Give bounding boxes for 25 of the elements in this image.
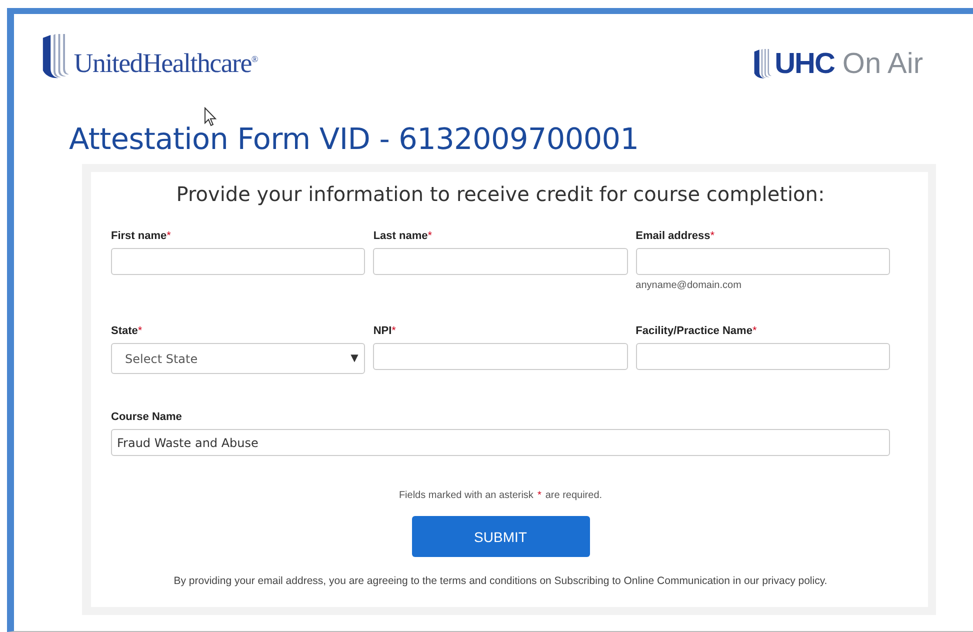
submit-button[interactable]: SUBMIT <box>412 516 590 557</box>
input-field[interactable]: Fraud Waste and Abuse <box>111 429 890 456</box>
input-field[interactable] <box>373 343 628 370</box>
input-field[interactable] <box>636 343 890 370</box>
field-label: Course Name <box>111 411 183 423</box>
shield-logo-icon <box>753 48 773 80</box>
brand-logo-text: UnitedHealthcare$^{®}$ <box>74 48 258 78</box>
field-label: First name* <box>111 230 172 242</box>
field-label: State* <box>111 325 144 337</box>
field-label: Last name* <box>373 230 434 242</box>
partner-logo-subtext: On Air <box>842 48 923 81</box>
required-note: Fields marked with an asterisk * are required. <box>398 490 604 501</box>
field-label: Facility/Practice Name* <box>636 325 758 337</box>
field-hint: anyname@domain.com <box>636 280 742 291</box>
input-field[interactable] <box>636 248 890 275</box>
input-field[interactable] <box>111 248 366 275</box>
mouse-cursor-icon <box>204 107 217 127</box>
input-field[interactable] <box>373 248 628 275</box>
field-label: NPI* <box>373 325 397 337</box>
form-heading: Provide your information to receive credit for course completion: <box>175 182 826 206</box>
partner-logo-text: UHC <box>774 48 834 81</box>
state-dropdown[interactable]: Select State ▼ <box>111 343 366 374</box>
privacy-disclaimer: By providing your email address, you are agreeing to the terms and conditions on Subscribing to Online Communication in our privacy policy. <box>172 575 828 587</box>
page-title: Attestation Form VID - 6132009700001 <box>69 122 639 156</box>
field-label: Email address* <box>636 230 716 242</box>
